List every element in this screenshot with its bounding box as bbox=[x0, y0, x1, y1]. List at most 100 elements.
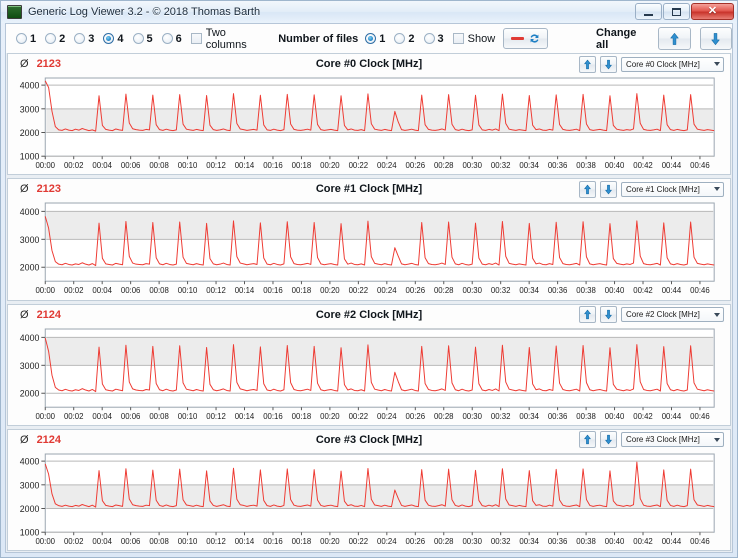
svg-text:00:30: 00:30 bbox=[462, 537, 482, 546]
svg-text:2000: 2000 bbox=[20, 263, 40, 273]
maximize-button[interactable] bbox=[663, 3, 690, 20]
svg-text:4000: 4000 bbox=[20, 207, 40, 217]
radio-count-3[interactable]: 3 bbox=[74, 33, 94, 45]
change-all-up-button[interactable] bbox=[658, 27, 691, 50]
svg-text:00:46: 00:46 bbox=[690, 412, 710, 421]
metric-select[interactable]: Core #1 Clock [MHz] bbox=[621, 181, 724, 197]
toolbar: 1 2 3 4 5 6 Two columns Number of files … bbox=[6, 24, 732, 53]
svg-text:00:46: 00:46 bbox=[690, 161, 710, 170]
line-style-button[interactable] bbox=[503, 28, 549, 49]
svg-text:00:10: 00:10 bbox=[178, 537, 198, 546]
move-up-button[interactable] bbox=[579, 306, 596, 323]
svg-text:00:28: 00:28 bbox=[434, 286, 454, 295]
radio-count-5[interactable]: 5 bbox=[132, 33, 153, 45]
svg-text:00:06: 00:06 bbox=[121, 286, 141, 295]
svg-text:00:20: 00:20 bbox=[320, 286, 340, 295]
radio-file-1[interactable]: 1 bbox=[365, 33, 385, 45]
svg-text:00:40: 00:40 bbox=[605, 286, 625, 295]
move-down-button[interactable] bbox=[600, 306, 617, 323]
metric-select-value: Core #2 Clock [MHz] bbox=[626, 310, 700, 319]
arrow-down-icon bbox=[605, 435, 612, 445]
file-count-radio-group: 1 2 3 bbox=[365, 33, 452, 45]
svg-text:00:36: 00:36 bbox=[548, 161, 568, 170]
radio-icon bbox=[423, 33, 435, 44]
minimize-button[interactable] bbox=[635, 3, 662, 20]
metric-select[interactable]: Core #3 Clock [MHz] bbox=[621, 432, 724, 448]
svg-text:00:44: 00:44 bbox=[662, 161, 682, 170]
chart-panel-header: Ø 2124 Core #2 Clock [MHz] Core #2 Clock [M… bbox=[8, 305, 730, 325]
radio-count-6[interactable]: 6 bbox=[161, 33, 182, 45]
svg-text:00:02: 00:02 bbox=[64, 161, 84, 170]
change-all-down-button[interactable] bbox=[699, 27, 732, 50]
move-up-button[interactable] bbox=[579, 55, 596, 73]
svg-text:00:38: 00:38 bbox=[576, 286, 596, 295]
svg-text:00:10: 00:10 bbox=[178, 412, 198, 421]
svg-text:00:12: 00:12 bbox=[206, 412, 226, 421]
chevron-down-icon bbox=[714, 187, 720, 192]
app-window: Generic Log Viewer 3.2 - © 2018 Thomas B… bbox=[0, 0, 738, 558]
svg-text:2000: 2000 bbox=[20, 388, 40, 398]
move-up-button[interactable] bbox=[579, 180, 596, 198]
radio-count-2[interactable]: 2 bbox=[45, 33, 65, 45]
svg-text:2000: 2000 bbox=[20, 128, 40, 138]
svg-text:3000: 3000 bbox=[20, 360, 40, 370]
metric-select-value: Core #3 Clock [MHz] bbox=[626, 435, 700, 445]
svg-text:2000: 2000 bbox=[20, 504, 40, 514]
plot-area[interactable]: 1000 2000 3000 4000 00:00 00:02 00:04 00:06 00:0… bbox=[8, 450, 730, 550]
move-down-button[interactable] bbox=[600, 431, 617, 449]
svg-text:00:26: 00:26 bbox=[406, 537, 426, 546]
chart-panel-header: Ø 2124 Core #3 Clock [MHz] Core #3 Clock [M… bbox=[8, 430, 730, 450]
average-value: 2124 bbox=[36, 308, 62, 321]
radio-icon bbox=[45, 33, 57, 44]
radio-icon bbox=[161, 33, 173, 44]
plot-area[interactable]: 2000 3000 4000 00:00 00:02 00:04 00:06 00:08 00:… bbox=[8, 325, 730, 425]
radio-count-4[interactable]: 4 bbox=[103, 33, 124, 45]
chart-panel-list: Ø 2123 Core #0 Clock [MHz] Core #0 Clock [M… bbox=[6, 53, 732, 552]
svg-text:00:22: 00:22 bbox=[349, 286, 369, 295]
metric-select[interactable]: Core #2 Clock [MHz] bbox=[621, 307, 724, 322]
svg-text:00:18: 00:18 bbox=[292, 537, 312, 546]
radio-file-3[interactable]: 3 bbox=[423, 33, 444, 45]
svg-text:00:04: 00:04 bbox=[92, 161, 112, 170]
svg-text:00:10: 00:10 bbox=[178, 286, 198, 295]
svg-text:00:24: 00:24 bbox=[377, 537, 397, 546]
metric-select[interactable]: Core #0 Clock [MHz] bbox=[621, 56, 724, 72]
svg-text:00:02: 00:02 bbox=[64, 286, 84, 295]
svg-text:00:18: 00:18 bbox=[292, 286, 312, 295]
average-value: 2123 bbox=[36, 183, 62, 196]
svg-text:00:22: 00:22 bbox=[349, 537, 369, 546]
chevron-down-icon bbox=[714, 312, 720, 317]
metric-select-value: Core #0 Clock [MHz] bbox=[626, 59, 700, 69]
svg-text:00:30: 00:30 bbox=[462, 161, 482, 170]
number-of-files-label: Number of files bbox=[278, 32, 359, 45]
svg-text:00:08: 00:08 bbox=[149, 161, 169, 170]
move-down-button[interactable] bbox=[600, 180, 617, 198]
svg-text:00:32: 00:32 bbox=[491, 286, 511, 295]
chevron-down-icon bbox=[714, 62, 720, 66]
svg-text:00:12: 00:12 bbox=[206, 286, 226, 295]
radio-file-2[interactable]: 2 bbox=[394, 33, 415, 45]
chart-panel: Ø 2124 Core #3 Clock [MHz] Core #3 Clock [M… bbox=[7, 428, 731, 551]
radio-count-1[interactable]: 1 bbox=[16, 33, 36, 45]
move-down-button[interactable] bbox=[600, 55, 617, 73]
svg-text:00:16: 00:16 bbox=[263, 537, 283, 546]
average-symbol: Ø bbox=[20, 308, 29, 321]
svg-text:00:28: 00:28 bbox=[434, 537, 454, 546]
plot-area[interactable]: 2000 3000 4000 00:00 00:02 00:04 00:06 00:08 00:… bbox=[8, 199, 730, 299]
title-bar: Generic Log Viewer 3.2 - © 2018 Thomas B… bbox=[1, 1, 737, 23]
svg-text:00:04: 00:04 bbox=[92, 286, 112, 295]
svg-text:00:44: 00:44 bbox=[662, 286, 682, 295]
close-button[interactable]: ✕ bbox=[691, 3, 734, 20]
show-checkbox[interactable]: Show bbox=[452, 33, 495, 45]
plot-area[interactable]: 1000 2000 3000 4000 00:00 00:02 00:04 00:06 00:0… bbox=[8, 74, 730, 174]
move-up-button[interactable] bbox=[579, 431, 596, 449]
checkbox-icon bbox=[190, 33, 202, 44]
svg-text:00:32: 00:32 bbox=[491, 412, 511, 421]
two-columns-checkbox[interactable]: Two columns bbox=[190, 27, 266, 51]
chart-panel: Ø 2123 Core #1 Clock [MHz] Core #1 Clock [M… bbox=[7, 178, 731, 301]
svg-text:4000: 4000 bbox=[20, 81, 40, 91]
svg-text:00:42: 00:42 bbox=[633, 412, 653, 421]
chart-svg: 2000 3000 4000 00:00 00:02 00:04 00:06 00:08 00:… bbox=[20, 202, 715, 296]
window-controls: ✕ bbox=[635, 3, 734, 20]
chart-panel-controls: Core #2 Clock [MHz] bbox=[579, 306, 730, 323]
